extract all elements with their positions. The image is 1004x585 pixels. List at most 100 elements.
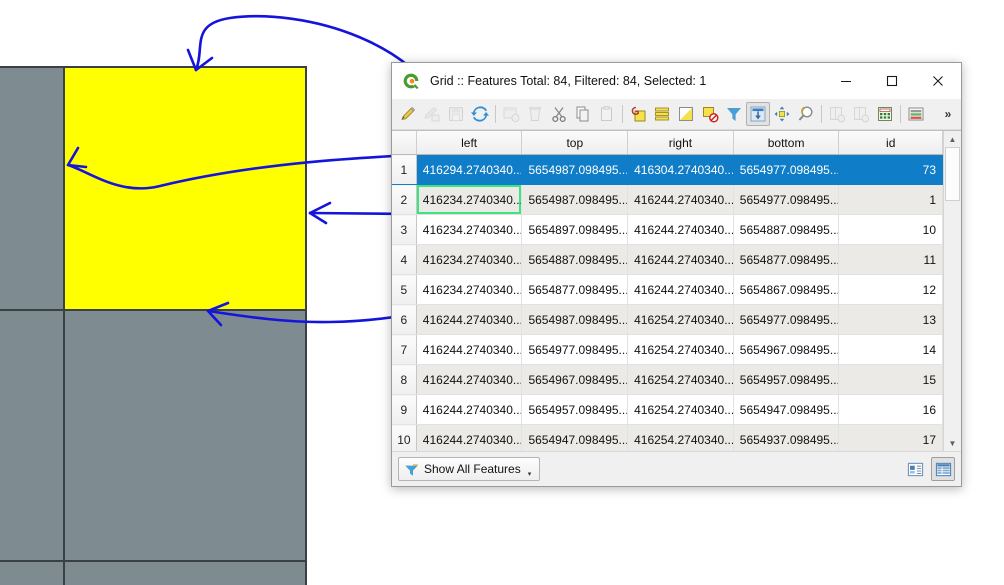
cell-right[interactable]: 416304.2740340...: [627, 154, 734, 185]
cell-top[interactable]: 5654977.098495...: [521, 334, 629, 365]
cell-top[interactable]: 5654897.098495...: [521, 214, 629, 245]
cell-id[interactable]: 11: [838, 244, 943, 275]
cell-left[interactable]: 416234.2740340...: [416, 274, 523, 305]
cell-id[interactable]: 15: [838, 364, 943, 395]
cell-left[interactable]: 416234.2740340...: [416, 214, 523, 245]
cell-bottom[interactable]: 5654887.098495...: [733, 214, 840, 245]
row-number[interactable]: 5: [392, 274, 417, 305]
cell-left[interactable]: 416234.2740340...: [416, 244, 523, 275]
conditional-formatting-icon[interactable]: [904, 102, 928, 126]
attribute-table-window[interactable]: Grid :: Features Total: 84, Filtered: 84…: [391, 62, 962, 487]
column-header-top[interactable]: top: [521, 131, 629, 155]
zoom-to-selected-icon[interactable]: [794, 102, 818, 126]
cell-right[interactable]: 416244.2740340...: [627, 184, 734, 215]
open-field-calculator-icon[interactable]: [873, 102, 897, 126]
cell-left[interactable]: 416234.2740340...: [416, 184, 523, 215]
table-view-button[interactable]: [931, 457, 955, 481]
cut-features-icon[interactable]: [547, 102, 571, 126]
cell-top[interactable]: 5654987.098495...: [521, 154, 629, 185]
column-header-bottom[interactable]: bottom: [733, 131, 840, 155]
form-view-button[interactable]: [903, 457, 927, 481]
row-number[interactable]: 3: [392, 214, 417, 245]
chevron-down-icon[interactable]: ▾: [528, 470, 532, 478]
cell-top[interactable]: 5654877.098495...: [521, 274, 629, 305]
table-row[interactable]: 10 416244.2740340... 5654947.098495... 4…: [392, 424, 943, 451]
column-header-left[interactable]: left: [416, 131, 523, 155]
cell-right[interactable]: 416254.2740340...: [627, 364, 734, 395]
cell-id[interactable]: 13: [838, 304, 943, 335]
cell-right[interactable]: 416244.2740340...: [627, 244, 734, 275]
attribute-table-status-bar[interactable]: Show All Features ▾: [392, 451, 961, 486]
reload-table-icon[interactable]: [468, 102, 492, 126]
close-button[interactable]: [915, 63, 961, 98]
table-row[interactable]: 7 416244.2740340... 5654977.098495... 41…: [392, 334, 943, 365]
table-row[interactable]: 6 416244.2740340... 5654987.098495... 41…: [392, 304, 943, 335]
table-corner-header[interactable]: [392, 131, 417, 155]
copy-features-icon[interactable]: [571, 102, 595, 126]
table-row[interactable]: 9 416244.2740340... 5654957.098495... 41…: [392, 394, 943, 425]
row-number[interactable]: 6: [392, 304, 417, 335]
cell-left[interactable]: 416244.2740340...: [416, 394, 523, 425]
toolbar-overflow-button[interactable]: »: [939, 107, 957, 121]
cell-top[interactable]: 5654887.098495...: [521, 244, 629, 275]
row-number[interactable]: 9: [392, 394, 417, 425]
window-title-bar[interactable]: Grid :: Features Total: 84, Filtered: 84…: [392, 63, 961, 99]
cell-bottom[interactable]: 5654967.098495...: [733, 334, 840, 365]
row-number[interactable]: 7: [392, 334, 417, 365]
scrollbar-track[interactable]: [944, 147, 961, 435]
table-row[interactable]: 1 416294.2740340... 5654987.098495... 41…: [392, 154, 943, 185]
row-number[interactable]: 10: [392, 424, 417, 451]
move-selection-to-top-icon[interactable]: [746, 102, 770, 126]
cell-bottom[interactable]: 5654937.098495...: [733, 424, 840, 451]
cell-id[interactable]: 73: [838, 154, 943, 185]
row-number[interactable]: 8: [392, 364, 417, 395]
cell-left[interactable]: 416244.2740340...: [416, 424, 523, 451]
row-number[interactable]: 4: [392, 244, 417, 275]
select-all-icon[interactable]: [650, 102, 674, 126]
row-number[interactable]: 1: [392, 154, 417, 185]
show-all-features-button[interactable]: Show All Features ▾: [398, 457, 541, 481]
map-grid-cell[interactable]: [65, 562, 306, 585]
cell-id[interactable]: 17: [838, 424, 943, 451]
cell-right[interactable]: 416254.2740340...: [627, 394, 734, 425]
scrollbar-thumb[interactable]: [945, 147, 960, 201]
map-grid-cell[interactable]: [65, 311, 306, 561]
table-row[interactable]: 5 416234.2740340... 5654877.098495... 41…: [392, 274, 943, 305]
map-grid-cell-selected[interactable]: [65, 67, 306, 310]
cell-right[interactable]: 416254.2740340...: [627, 334, 734, 365]
table-row[interactable]: 4 416234.2740340... 5654887.098495... 41…: [392, 244, 943, 275]
invert-selection-icon[interactable]: [674, 102, 698, 126]
cell-top[interactable]: 5654967.098495...: [521, 364, 629, 395]
cell-bottom[interactable]: 5654867.098495...: [733, 274, 840, 305]
select-by-expression-icon[interactable]: [626, 102, 650, 126]
cell-top[interactable]: 5654957.098495...: [521, 394, 629, 425]
map-grid-cell[interactable]: [0, 67, 64, 310]
cell-bottom[interactable]: 5654977.098495...: [733, 184, 840, 215]
cell-bottom[interactable]: 5654977.098495...: [733, 304, 840, 335]
cell-id[interactable]: 10: [838, 214, 943, 245]
toggle-editing-icon[interactable]: [396, 102, 420, 126]
cell-bottom[interactable]: 5654877.098495...: [733, 244, 840, 275]
cell-right[interactable]: 416254.2740340...: [627, 304, 734, 335]
column-header-id[interactable]: id: [838, 131, 943, 155]
cell-bottom[interactable]: 5654947.098495...: [733, 394, 840, 425]
row-number[interactable]: 2: [392, 184, 417, 215]
table-row[interactable]: 2 416234.2740340... 5654987.098495... 41…: [392, 184, 943, 215]
pan-to-selected-icon[interactable]: [770, 102, 794, 126]
cell-id[interactable]: 14: [838, 334, 943, 365]
cell-bottom[interactable]: 5654977.098495...: [733, 154, 840, 185]
cell-right[interactable]: 416244.2740340...: [627, 214, 734, 245]
map-grid-cell[interactable]: [0, 311, 64, 561]
cell-top[interactable]: 5654987.098495...: [521, 304, 629, 335]
minimize-button[interactable]: [823, 63, 869, 98]
cell-right[interactable]: 416244.2740340...: [627, 274, 734, 305]
cell-top[interactable]: 5654947.098495...: [521, 424, 629, 451]
table-row[interactable]: 8 416244.2740340... 5654967.098495... 41…: [392, 364, 943, 395]
scroll-up-button[interactable]: ▲: [944, 131, 961, 147]
attribute-table-toolbar[interactable]: »: [392, 99, 961, 130]
maximize-button[interactable]: [869, 63, 915, 98]
table-vertical-scrollbar[interactable]: ▲ ▼: [943, 131, 961, 451]
attribute-table-area[interactable]: left top right bottom id 1 416294.274034…: [392, 130, 961, 451]
cell-bottom[interactable]: 5654957.098495...: [733, 364, 840, 395]
cell-id[interactable]: 1: [838, 184, 943, 215]
